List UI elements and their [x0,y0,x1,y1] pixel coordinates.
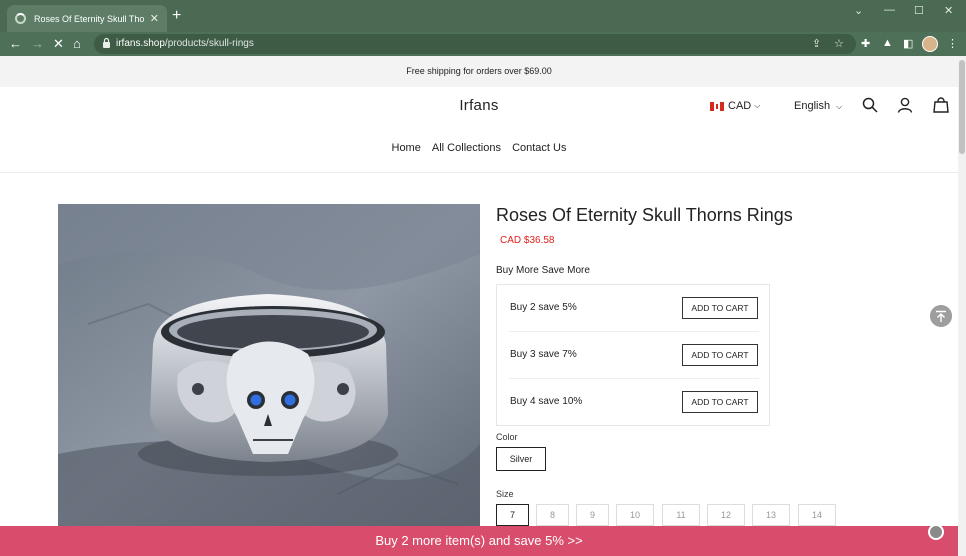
color-label: Color [496,432,518,442]
back-to-top-icon[interactable] [930,305,952,327]
bundle-promo-bar[interactable]: Buy 2 more item(s) and save 5% >> [0,526,958,556]
back-icon[interactable]: ← [9,36,22,52]
maximize-icon[interactable]: ☐ [914,4,924,17]
size-label: Size [496,489,514,499]
product-image[interactable] [58,204,480,526]
page-scrollbar[interactable] [958,56,966,556]
close-window-icon[interactable]: ✕ [944,4,953,17]
lock-icon [103,37,110,48]
chevron-down-icon: ⌵ [836,102,843,111]
bookmark-star-icon[interactable]: ☆ [834,37,844,50]
skull-ring-photo [58,204,480,526]
browser-tab[interactable]: Roses Of Eternity Skull Thorns Rings ✕ [7,5,167,32]
stop-loading-icon[interactable]: ✕ [53,36,64,52]
size-option[interactable]: 9 [576,504,609,526]
currency-label: CAD [728,100,752,112]
new-tab-icon[interactable]: + [172,8,181,24]
product-title: Roses Of Eternity Skull Thorns Rings [496,205,793,225]
minimize-icon[interactable]: — [884,4,895,16]
url-text: irfans.shop/products/skull-rings [116,38,254,49]
tab-search-icon[interactable]: ⌄ [854,4,863,17]
add-to-cart-button[interactable]: ADD TO CART [682,391,758,413]
share-icon[interactable]: ⇪ [812,37,821,50]
chevron-down-icon: ⌵ [754,101,761,110]
size-option[interactable]: 8 [536,504,569,526]
language-selector[interactable]: English ⌵ [794,100,842,112]
close-tab-icon[interactable]: ✕ [150,12,159,25]
tab-title: Roses Of Eternity Skull Thorns Rings [34,13,144,24]
offer-label: Buy 4 save 10% [510,396,583,407]
offer-label: Buy 3 save 7% [510,349,577,360]
account-icon[interactable] [897,97,913,113]
size-option[interactable]: 12 [707,504,745,526]
add-to-cart-button[interactable]: ADD TO CART [682,344,758,366]
site-header: Irfans CAD ⌵ English ⌵ Home All Collecti… [0,87,958,173]
lab-flask-icon[interactable]: ▲ [882,37,893,49]
bundle-offer: Buy 2 save 5% ADD TO CART [509,285,759,332]
bundle-offers: Buy 2 save 5% ADD TO CART Buy 3 save 7% … [496,284,770,426]
extensions-icon[interactable]: ✚ [861,37,870,50]
nav-home[interactable]: Home [392,142,421,154]
size-option[interactable]: 11 [662,504,700,526]
scrollbar-thumb[interactable] [959,60,965,154]
chat-widget-icon[interactable] [928,524,944,540]
url-path: /products/skull-rings [164,38,254,49]
browser-menu-icon[interactable]: ⋮ [947,37,958,50]
currency-selector[interactable]: CAD ⌵ [710,100,760,112]
search-icon[interactable] [862,97,878,113]
browser-toolbar: ← → ✕ ⌂ irfans.shop/products/skull-rings… [0,32,966,56]
profile-avatar[interactable] [922,36,938,52]
product-price: CAD $36.58 [500,235,555,246]
address-bar[interactable]: irfans.shop/products/skull-rings ⇪ ☆ [94,34,856,54]
language-label: English [794,100,831,112]
size-option[interactable]: 13 [752,504,790,526]
canada-flag-icon [710,101,724,111]
offer-label: Buy 2 save 5% [510,302,577,313]
home-icon[interactable]: ⌂ [73,36,81,52]
size-option[interactable]: 14 [798,504,836,526]
size-option[interactable]: 7 [496,504,529,526]
browser-tab-bar: Roses Of Eternity Skull Thorns Rings ✕ +… [0,0,966,32]
url-host: irfans.shop [116,38,165,49]
bundle-heading: Buy More Save More [496,265,590,276]
web-page: Free shipping for orders over $69.00 Irf… [0,56,958,556]
nav-all-collections[interactable]: All Collections [432,142,501,154]
size-option[interactable]: 10 [616,504,654,526]
bundle-offer: Buy 4 save 10% ADD TO CART [509,379,759,426]
cart-bag-icon[interactable] [933,97,949,113]
forward-icon[interactable]: → [31,36,44,52]
announcement-bar: Free shipping for orders over $69.00 [0,56,958,87]
loading-spinner-icon [15,13,26,24]
color-option-silver[interactable]: Silver [496,447,546,471]
add-to-cart-button[interactable]: ADD TO CART [682,297,758,319]
side-panel-icon[interactable]: ◧ [903,37,913,50]
bundle-offer: Buy 3 save 7% ADD TO CART [509,332,759,379]
main-navigation: Home All Collections Contact Us [0,142,958,154]
nav-contact-us[interactable]: Contact Us [512,142,566,154]
